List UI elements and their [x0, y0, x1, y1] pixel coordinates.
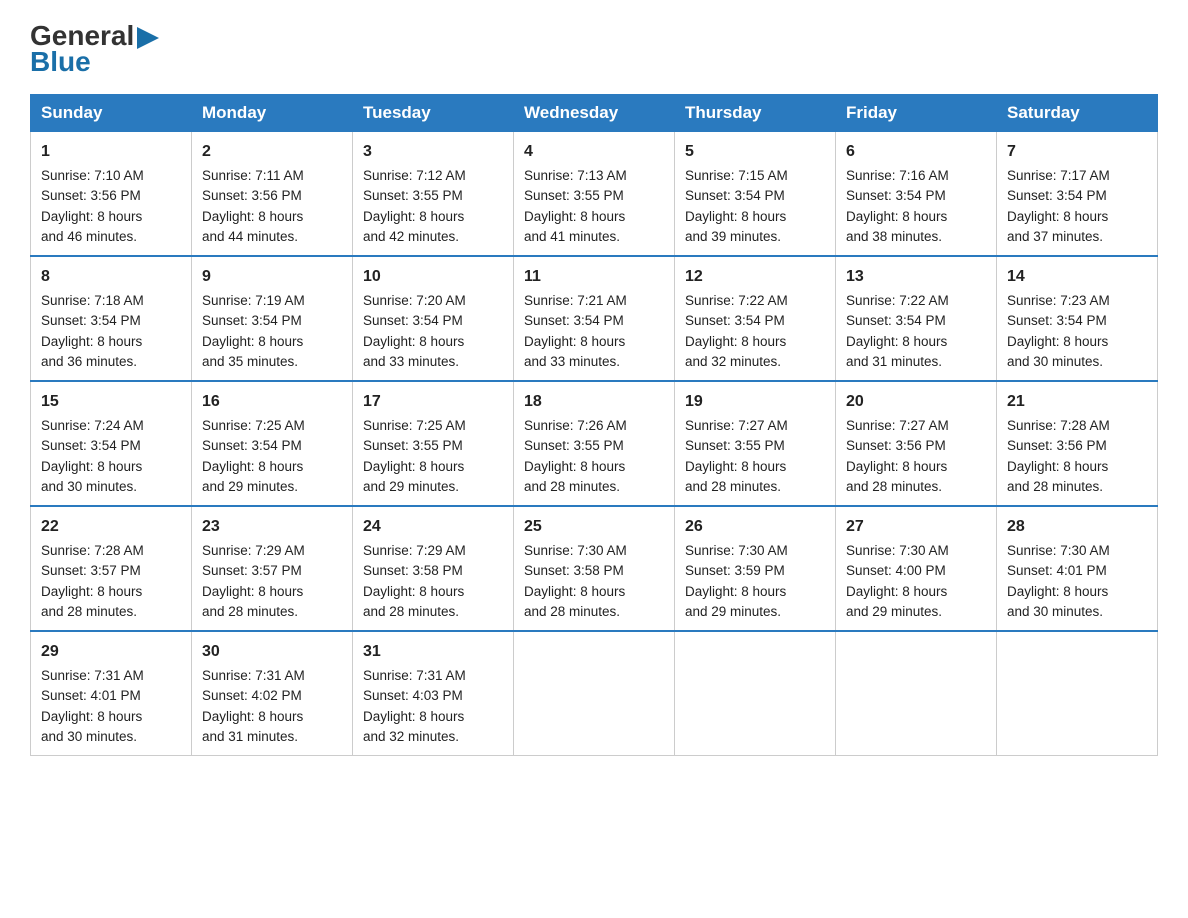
calendar-body: 1 Sunrise: 7:10 AM Sunset: 3:56 PM Dayli… — [31, 132, 1158, 756]
calendar-header-row: SundayMondayTuesdayWednesdayThursdayFrid… — [31, 95, 1158, 132]
calendar-day-cell: 23 Sunrise: 7:29 AM Sunset: 3:57 PM Dayl… — [192, 506, 353, 631]
day-number: 10 — [363, 265, 503, 289]
calendar-day-cell: 29 Sunrise: 7:31 AM Sunset: 4:01 PM Dayl… — [31, 631, 192, 756]
calendar-day-cell: 26 Sunrise: 7:30 AM Sunset: 3:59 PM Dayl… — [675, 506, 836, 631]
weekday-header: Friday — [836, 95, 997, 132]
calendar-day-cell: 10 Sunrise: 7:20 AM Sunset: 3:54 PM Dayl… — [353, 256, 514, 381]
logo: General Blue — [30, 20, 159, 76]
day-number: 24 — [363, 515, 503, 539]
calendar-day-cell: 19 Sunrise: 7:27 AM Sunset: 3:55 PM Dayl… — [675, 381, 836, 506]
day-number: 26 — [685, 515, 825, 539]
day-number: 4 — [524, 140, 664, 164]
day-number: 7 — [1007, 140, 1147, 164]
day-number: 20 — [846, 390, 986, 414]
calendar-week-row: 8 Sunrise: 7:18 AM Sunset: 3:54 PM Dayli… — [31, 256, 1158, 381]
day-number: 1 — [41, 140, 181, 164]
logo-blue-text: Blue — [30, 48, 159, 76]
day-number: 12 — [685, 265, 825, 289]
day-number: 21 — [1007, 390, 1147, 414]
calendar-day-cell — [675, 631, 836, 756]
day-number: 2 — [202, 140, 342, 164]
day-number: 29 — [41, 640, 181, 664]
day-number: 25 — [524, 515, 664, 539]
day-number: 13 — [846, 265, 986, 289]
calendar-day-cell: 2 Sunrise: 7:11 AM Sunset: 3:56 PM Dayli… — [192, 132, 353, 257]
calendar-table: SundayMondayTuesdayWednesdayThursdayFrid… — [30, 94, 1158, 756]
calendar-day-cell: 4 Sunrise: 7:13 AM Sunset: 3:55 PM Dayli… — [514, 132, 675, 257]
calendar-week-row: 22 Sunrise: 7:28 AM Sunset: 3:57 PM Dayl… — [31, 506, 1158, 631]
calendar-day-cell: 31 Sunrise: 7:31 AM Sunset: 4:03 PM Dayl… — [353, 631, 514, 756]
day-number: 18 — [524, 390, 664, 414]
calendar-day-cell: 12 Sunrise: 7:22 AM Sunset: 3:54 PM Dayl… — [675, 256, 836, 381]
calendar-day-cell: 8 Sunrise: 7:18 AM Sunset: 3:54 PM Dayli… — [31, 256, 192, 381]
calendar-day-cell: 11 Sunrise: 7:21 AM Sunset: 3:54 PM Dayl… — [514, 256, 675, 381]
day-number: 16 — [202, 390, 342, 414]
calendar-day-cell: 27 Sunrise: 7:30 AM Sunset: 4:00 PM Dayl… — [836, 506, 997, 631]
calendar-week-row: 15 Sunrise: 7:24 AM Sunset: 3:54 PM Dayl… — [31, 381, 1158, 506]
day-number: 23 — [202, 515, 342, 539]
day-number: 22 — [41, 515, 181, 539]
calendar-day-cell: 14 Sunrise: 7:23 AM Sunset: 3:54 PM Dayl… — [997, 256, 1158, 381]
calendar-day-cell: 5 Sunrise: 7:15 AM Sunset: 3:54 PM Dayli… — [675, 132, 836, 257]
day-number: 17 — [363, 390, 503, 414]
calendar-day-cell: 22 Sunrise: 7:28 AM Sunset: 3:57 PM Dayl… — [31, 506, 192, 631]
weekday-header: Thursday — [675, 95, 836, 132]
calendar-week-row: 29 Sunrise: 7:31 AM Sunset: 4:01 PM Dayl… — [31, 631, 1158, 756]
day-number: 6 — [846, 140, 986, 164]
calendar-day-cell: 6 Sunrise: 7:16 AM Sunset: 3:54 PM Dayli… — [836, 132, 997, 257]
calendar-day-cell: 21 Sunrise: 7:28 AM Sunset: 3:56 PM Dayl… — [997, 381, 1158, 506]
logo-arrow-icon — [137, 27, 159, 49]
calendar-day-cell: 16 Sunrise: 7:25 AM Sunset: 3:54 PM Dayl… — [192, 381, 353, 506]
calendar-day-cell: 30 Sunrise: 7:31 AM Sunset: 4:02 PM Dayl… — [192, 631, 353, 756]
day-number: 3 — [363, 140, 503, 164]
calendar-day-cell: 1 Sunrise: 7:10 AM Sunset: 3:56 PM Dayli… — [31, 132, 192, 257]
weekday-header: Monday — [192, 95, 353, 132]
page-header: General Blue — [30, 20, 1158, 76]
calendar-day-cell: 3 Sunrise: 7:12 AM Sunset: 3:55 PM Dayli… — [353, 132, 514, 257]
calendar-day-cell — [997, 631, 1158, 756]
calendar-day-cell: 7 Sunrise: 7:17 AM Sunset: 3:54 PM Dayli… — [997, 132, 1158, 257]
calendar-day-cell: 24 Sunrise: 7:29 AM Sunset: 3:58 PM Dayl… — [353, 506, 514, 631]
calendar-day-cell — [514, 631, 675, 756]
day-number: 11 — [524, 265, 664, 289]
day-number: 15 — [41, 390, 181, 414]
day-number: 14 — [1007, 265, 1147, 289]
calendar-week-row: 1 Sunrise: 7:10 AM Sunset: 3:56 PM Dayli… — [31, 132, 1158, 257]
day-number: 27 — [846, 515, 986, 539]
calendar-day-cell: 15 Sunrise: 7:24 AM Sunset: 3:54 PM Dayl… — [31, 381, 192, 506]
calendar-day-cell: 20 Sunrise: 7:27 AM Sunset: 3:56 PM Dayl… — [836, 381, 997, 506]
weekday-header: Wednesday — [514, 95, 675, 132]
calendar-day-cell: 28 Sunrise: 7:30 AM Sunset: 4:01 PM Dayl… — [997, 506, 1158, 631]
weekday-header: Saturday — [997, 95, 1158, 132]
weekday-header: Tuesday — [353, 95, 514, 132]
weekday-header: Sunday — [31, 95, 192, 132]
day-number: 28 — [1007, 515, 1147, 539]
calendar-day-cell: 13 Sunrise: 7:22 AM Sunset: 3:54 PM Dayl… — [836, 256, 997, 381]
day-number: 9 — [202, 265, 342, 289]
day-number: 5 — [685, 140, 825, 164]
day-number: 19 — [685, 390, 825, 414]
day-number: 8 — [41, 265, 181, 289]
calendar-day-cell: 17 Sunrise: 7:25 AM Sunset: 3:55 PM Dayl… — [353, 381, 514, 506]
calendar-day-cell: 25 Sunrise: 7:30 AM Sunset: 3:58 PM Dayl… — [514, 506, 675, 631]
day-number: 31 — [363, 640, 503, 664]
calendar-day-cell: 9 Sunrise: 7:19 AM Sunset: 3:54 PM Dayli… — [192, 256, 353, 381]
calendar-day-cell: 18 Sunrise: 7:26 AM Sunset: 3:55 PM Dayl… — [514, 381, 675, 506]
day-number: 30 — [202, 640, 342, 664]
calendar-day-cell — [836, 631, 997, 756]
